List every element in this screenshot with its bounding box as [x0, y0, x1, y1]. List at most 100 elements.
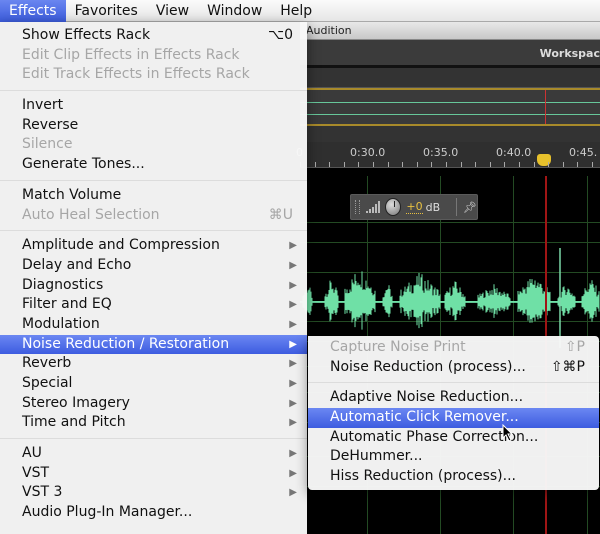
ruler-tick: [315, 162, 316, 167]
menu-item-reverb[interactable]: Reverb ▶: [0, 354, 307, 374]
menu-item-label: Auto Heal Selection: [22, 206, 160, 223]
submenu-arrow-icon: ▶: [289, 467, 297, 479]
menu-item-label: Edit Track Effects in Effects Rack: [22, 66, 250, 83]
menu-item-label: Noise Reduction / Restoration: [22, 335, 230, 352]
menu-item-amplitude-and-compression[interactable]: Amplitude and Compression ▶: [0, 236, 307, 256]
ruler-tick: [446, 162, 447, 167]
mouse-pointer-icon: [502, 424, 514, 442]
menu-item-edit-clip-effects-in-effects-rack: Edit Clip Effects in Effects Rack: [0, 46, 307, 66]
ruler-tick: [329, 162, 330, 167]
submenu-arrow-icon: ▶: [289, 448, 297, 460]
menu-item-reverse[interactable]: Reverse: [0, 116, 307, 136]
menu-item-label: Reverb: [22, 355, 72, 372]
ruler-tick: [504, 162, 505, 167]
ruler-tick: [577, 162, 578, 167]
submenu-arrow-icon: ▶: [289, 378, 297, 389]
ruler-tick: [431, 162, 432, 167]
menu-item-silence: Silence: [0, 135, 307, 155]
ruler-tick: [373, 162, 374, 167]
menu-bar: Effects Favorites View Window Help: [0, 0, 600, 22]
menu-help[interactable]: Help: [271, 0, 321, 22]
menu-item-label: VST: [22, 464, 50, 481]
shortcut-label: ⇧P: [564, 339, 585, 355]
submenu-arrow-icon: ▶: [289, 397, 297, 409]
ruler-tick: [563, 162, 564, 167]
menu-item-edit-track-effects-in-effects-rack: Edit Track Effects in Effects Rack: [0, 65, 307, 85]
volume-value[interactable]: +0: [406, 200, 423, 214]
ruler-tick-label: 0:45.: [569, 146, 598, 159]
shortcut-label: ⌥0: [267, 27, 293, 43]
menu-item-delay-and-echo[interactable]: Delay and Echo ▶: [0, 256, 307, 276]
menu-item-automatic-phase-correction[interactable]: Automatic Phase Correction...: [308, 428, 599, 448]
window-title: Audition: [300, 22, 600, 40]
menu-item-adaptive-noise-reduction[interactable]: Adaptive Noise Reduction...: [308, 388, 599, 408]
overview-playhead: [545, 90, 546, 124]
ruler-tick: [534, 162, 535, 167]
menu-item-vst-3[interactable]: VST 3 ▶: [0, 483, 307, 503]
noise-reduction-submenu: Capture Noise Print ⇧P Noise Reduction (pr…: [308, 336, 599, 490]
ruler-tick: [461, 162, 462, 167]
menu-item-label: Match Volume: [22, 186, 122, 203]
menu-item-stereo-imagery[interactable]: Stereo Imagery ▶: [0, 394, 307, 414]
secondary-toolbar: [300, 68, 600, 88]
menu-window[interactable]: Window: [198, 0, 271, 22]
overview-wave-line: [300, 102, 600, 103]
menu-item-audio-plug-in-manager[interactable]: Audio Plug-In Manager...: [0, 503, 307, 523]
menu-item-generate-tones[interactable]: Generate Tones...: [0, 155, 307, 175]
time-ruler[interactable]: 00:30.00:35.00:40.00:45.: [296, 142, 600, 168]
volume-unit: dB: [425, 200, 441, 214]
menu-item-label: Filter and EQ: [22, 296, 112, 313]
overview-navigator[interactable]: [300, 88, 600, 126]
menu-item-vst[interactable]: VST ▶: [0, 464, 307, 484]
menu-item-automatic-click-remover[interactable]: Automatic Click Remover...: [308, 408, 599, 428]
ruler-tick: [388, 162, 389, 167]
submenu-arrow-icon: ▶: [289, 299, 297, 311]
menu-item-noise-reduction-process[interactable]: Noise Reduction (process)... ⇧⌘P: [308, 358, 599, 378]
menu-item-noise-reduction-restoration[interactable]: Noise Reduction / Restoration ▶: [0, 334, 307, 355]
shortcut-label: ⇧⌘P: [550, 358, 585, 375]
menu-item-label: Time and Pitch: [22, 414, 126, 431]
menu-item-match-volume[interactable]: Match Volume: [0, 186, 307, 206]
menu-item-label: Audio Plug-In Manager...: [22, 504, 193, 521]
menu-favorites[interactable]: Favorites: [66, 0, 147, 22]
submenu-arrow-icon: ▶: [289, 318, 297, 330]
menu-item-label: Noise Reduction (process)...: [330, 358, 526, 375]
pin-icon[interactable]: 📌︎: [463, 201, 477, 214]
volume-knob-icon[interactable]: [385, 198, 402, 216]
menu-item-invert[interactable]: Invert: [0, 96, 307, 116]
menu-item-label: Hiss Reduction (process)...: [330, 468, 516, 485]
menu-item-au[interactable]: AU ▶: [0, 444, 307, 464]
ruler-tick: [519, 162, 520, 167]
menu-item-auto-heal-selection: Auto Heal Selection ⌘U: [0, 206, 307, 226]
effects-menu: Show Effects Rack ⌥0 Edit Clip Effects in …: [0, 22, 307, 534]
menu-separator: [0, 90, 307, 92]
menu-item-diagnostics[interactable]: Diagnostics ▶: [0, 276, 307, 296]
menu-effects[interactable]: Effects: [0, 0, 66, 22]
shortcut-label: ⌘U: [268, 206, 293, 223]
menu-item-label: DeHummer...: [330, 448, 423, 465]
menu-view[interactable]: View: [147, 0, 198, 22]
menu-item-modulation[interactable]: Modulation ▶: [0, 315, 307, 335]
grip-icon[interactable]: [355, 200, 361, 214]
ruler-tick: [358, 162, 359, 167]
ruler-tick: [402, 162, 403, 167]
menu-item-label: Adaptive Noise Reduction...: [330, 389, 524, 406]
menu-separator: [0, 179, 307, 181]
menu-item-capture-noise-print: Capture Noise Print ⇧P: [308, 338, 599, 358]
ruler-tick: [592, 162, 593, 167]
menu-item-dehummer[interactable]: DeHummer...: [308, 447, 599, 467]
ruler-tick: [417, 162, 418, 167]
workspace-label[interactable]: Workspac: [540, 40, 600, 68]
menu-separator: [0, 438, 307, 440]
ruler-tick-label: 0:35.0: [423, 146, 459, 159]
menu-item-label: Capture Noise Print: [330, 339, 466, 355]
menu-item-filter-and-eq[interactable]: Filter and EQ ▶: [0, 295, 307, 315]
menu-item-time-and-pitch[interactable]: Time and Pitch ▶: [0, 413, 307, 433]
submenu-arrow-icon: ▶: [289, 279, 297, 291]
submenu-arrow-icon: ▶: [289, 417, 297, 429]
menu-item-special[interactable]: Special ▶: [0, 374, 307, 394]
volume-hud[interactable]: +0 dB 📌︎: [350, 194, 478, 220]
menu-item-label: Silence: [22, 136, 73, 153]
menu-item-hiss-reduction-process[interactable]: Hiss Reduction (process)...: [308, 467, 599, 487]
menu-item-show-effects-rack[interactable]: Show Effects Rack ⌥0: [0, 26, 307, 46]
